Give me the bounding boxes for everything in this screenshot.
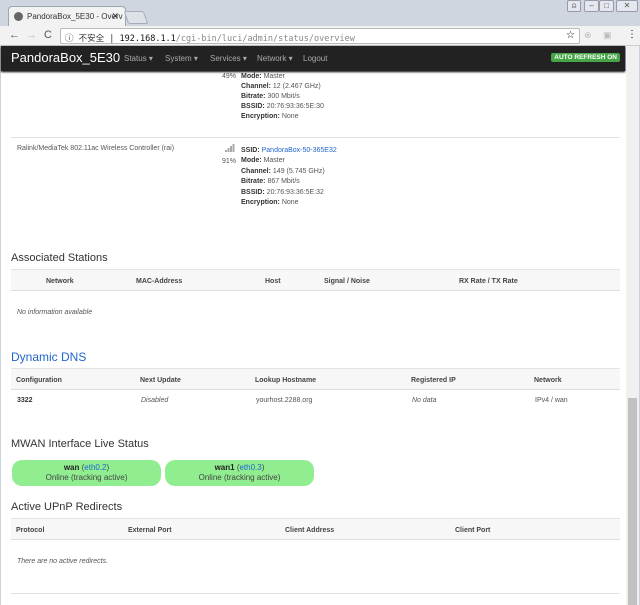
interface-name: wan (63, 463, 80, 472)
ssid-link[interactable]: PandoraBox-50-365E32 (262, 147, 337, 154)
brand-logo[interactable]: PandoraBox_5E30 (11, 50, 120, 65)
column-header: Next Update (140, 377, 181, 384)
bitrate-value: 300 Mbit/s (267, 93, 300, 100)
section-title-mwan: MWAN Interface Live Status (11, 438, 149, 450)
mode-value: Master (263, 73, 285, 80)
menu-system[interactable]: System ▾ (165, 54, 198, 63)
label: Mode: (241, 73, 262, 80)
mwan-interface-wan: wan (eth0.2) Online (tracking active) (12, 460, 161, 486)
empty-message: There are no active redirects. (17, 558, 109, 565)
browser-tab-bar: PandoraBox_5E30 - Overv ✕ ⍝ – □ ✕ (0, 0, 640, 27)
bookmark-star-icon[interactable]: ☆ (566, 30, 575, 41)
ddns-table-header: Configuration Next Update Lookup Hostnam… (11, 368, 620, 390)
back-icon[interactable]: ← (9, 29, 20, 41)
label: Mode: (241, 157, 262, 164)
encryption-value: None (281, 199, 299, 206)
column-header: Signal / Noise (324, 278, 370, 285)
column-header: Protocol (16, 527, 45, 534)
wireless-device-name: Ralink/MediaTek 802.11ac Wireless Contro… (17, 145, 175, 152)
url-path: /cgi-bin/luci/admin/status/overview (175, 34, 355, 44)
ddns-hostname: yourhost.2288.org (256, 397, 313, 404)
interface-device-link[interactable]: eth0.3 (239, 463, 261, 472)
interface-status: Online (tracking active) (198, 473, 281, 482)
column-header: Network (46, 278, 74, 285)
label: SSID: (241, 147, 260, 154)
column-header: Client Port (455, 527, 491, 534)
new-tab-button[interactable] (123, 11, 149, 24)
menu-network[interactable]: Network ▾ (257, 54, 293, 63)
column-header: Registered IP (411, 377, 456, 384)
favicon-icon (14, 12, 23, 21)
menu-services[interactable]: Services ▾ (210, 54, 247, 63)
empty-message: No information available (17, 309, 93, 316)
signal-percent: 91% (222, 158, 237, 165)
label: Bitrate: (241, 93, 266, 100)
channel-value: 12 (2.467 GHz) (272, 83, 321, 90)
column-header: Client Address (285, 527, 335, 534)
encryption-value: None (281, 113, 299, 120)
label: Encryption: (241, 113, 280, 120)
column-header: MAC-Address (136, 278, 183, 285)
top-navbar: PandoraBox_5E30 Status ▾ System ▾ Servic… (1, 46, 625, 71)
browser-tab[interactable]: PandoraBox_5E30 - Overv ✕ (8, 6, 126, 27)
column-header: RX Rate / TX Rate (459, 278, 518, 285)
column-header: Network (534, 377, 562, 384)
label: Channel: (241, 83, 271, 90)
upnp-table-header: Protocol External Port Client Address Cl… (11, 518, 620, 540)
url-input[interactable]: ⓘ 不安全 | 192.168.1.1/cgi-bin/luci/admin/s… (60, 28, 580, 44)
column-header: Host (265, 278, 281, 285)
bitrate-value: 867 Mbit/s (267, 178, 300, 185)
divider (11, 593, 620, 594)
close-window-button[interactable]: ✕ (616, 0, 638, 12)
url-host: 192.168.1.1 (119, 34, 176, 44)
address-bar-row: ← → C ⓘ 不安全 | 192.168.1.1/cgi-bin/luci/a… (0, 26, 640, 46)
signal-percent: 49% (222, 73, 237, 80)
label: Encryption: (241, 199, 280, 206)
bssid-value: 20:76:93:36:5E:32 (266, 189, 324, 196)
ddns-config: 3322 (17, 397, 33, 404)
associated-table-header: Network MAC-Address Host Signal / Noise … (11, 269, 620, 291)
tab-title: PandoraBox_5E30 - Overv (27, 12, 123, 21)
mwan-interface-wan1: wan1 (eth0.3) Online (tracking active) (165, 460, 314, 486)
close-tab-icon[interactable]: ✕ (111, 11, 119, 22)
ddns-registered-ip: No data (412, 397, 437, 404)
minimize-button[interactable]: – (584, 0, 599, 12)
column-header: External Port (128, 527, 172, 534)
ddns-next-update: Disabled (141, 397, 169, 404)
page-content: 49% Mode: Master Channel: 12 (2.467 GHz)… (1, 71, 626, 605)
reload-icon[interactable]: C (44, 29, 52, 41)
column-header: Lookup Hostname (255, 377, 317, 384)
profile-icon[interactable]: ⍝ (567, 0, 581, 12)
forward-icon[interactable]: → (26, 29, 37, 41)
label: Bitrate: (241, 178, 266, 185)
label: BSSID: (241, 103, 265, 110)
channel-value: 149 (5.745 GHz) (272, 168, 325, 175)
security-label: 不安全 (78, 34, 105, 44)
bssid-value: 20:76:93:36:5E:30 (266, 103, 324, 110)
divider (11, 137, 620, 138)
maximize-button[interactable]: □ (599, 0, 614, 12)
column-header: Configuration (16, 377, 62, 384)
scrollbar-thumb[interactable] (628, 398, 637, 605)
interface-name: wan1 (214, 463, 235, 472)
menu-status[interactable]: Status ▾ (124, 54, 153, 63)
section-title-dynamic-dns[interactable]: Dynamic DNS (11, 350, 86, 364)
menu-icon[interactable]: ⋮ (627, 29, 637, 40)
interface-status: Online (tracking active) (45, 473, 128, 482)
section-title-associated-stations: Associated Stations (11, 252, 108, 264)
extension-icon[interactable]: ⊗ (584, 30, 592, 41)
label: Channel: (241, 168, 271, 175)
interface-device-link[interactable]: eth0.2 (84, 463, 106, 472)
extension-2-icon[interactable]: ▣ (603, 30, 612, 41)
ddns-network: IPv4 / wan (535, 397, 568, 404)
section-title-upnp: Active UPnP Redirects (11, 501, 123, 513)
label: BSSID: (241, 189, 265, 196)
signal-strength-icon (225, 144, 235, 152)
mode-value: Master (263, 157, 285, 164)
menu-logout[interactable]: Logout (303, 54, 327, 63)
auto-refresh-toggle[interactable]: AUTO REFRESH ON (551, 53, 620, 62)
